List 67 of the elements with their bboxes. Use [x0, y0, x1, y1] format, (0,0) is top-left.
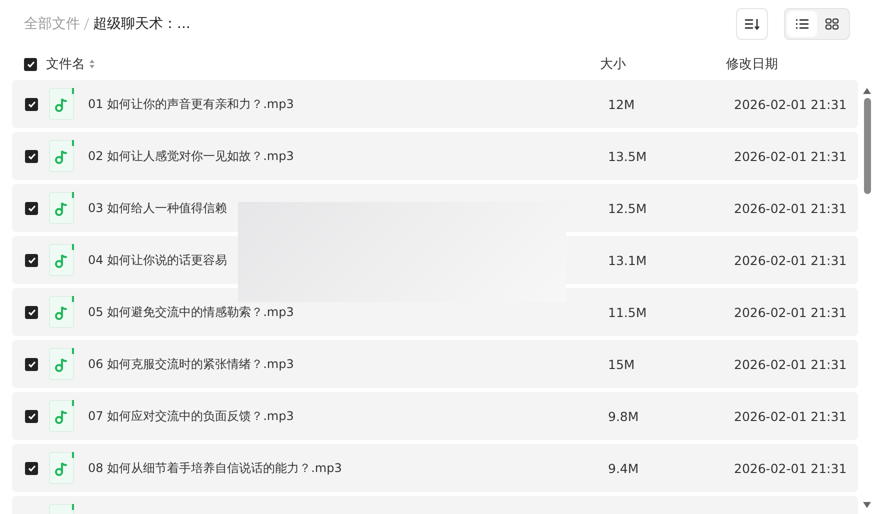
- file-name: 04 如何让你说的话更容易: [88, 252, 228, 268]
- row-checkbox[interactable]: [25, 202, 38, 214]
- modified-date: 2026-02-01 21:31: [734, 148, 847, 164]
- file-name: 07 如何应对交流中的负面反馈？.mp3: [88, 408, 295, 424]
- file-row[interactable]: 01 如何让你的声音更有亲和力？.mp3 12M 2026-02-01 21:31: [12, 80, 858, 128]
- modified-date: 2026-02-01 21:31: [734, 460, 847, 476]
- row-checkbox[interactable]: [25, 306, 38, 318]
- audio-file-icon: [49, 192, 75, 224]
- file-size: 11.5M: [608, 304, 648, 320]
- file-size: 12.5M: [608, 200, 648, 216]
- check-icon: [28, 152, 36, 160]
- file-row[interactable]: 06 如何克服交流时的紧张情绪？.mp3 15M 2026-02-01 21:31: [12, 340, 858, 388]
- check-icon: [28, 308, 36, 316]
- audio-file-icon: [49, 88, 75, 120]
- modified-date: 2026-02-01 21:31: [734, 96, 847, 112]
- file-size: 15M: [608, 356, 636, 372]
- modified-date: 2026-02-01 21:31: [734, 304, 847, 320]
- sort-icon: [744, 17, 760, 31]
- file-size: 13.1M: [608, 252, 648, 268]
- file-size: 13.5M: [608, 148, 648, 164]
- file-row[interactable]: 02 如何让人感觉对你一见如故？.mp3 13.5M 2026-02-01 21:31: [12, 132, 858, 180]
- file-name: 01 如何让你的声音更有亲和力？.mp3: [88, 96, 295, 112]
- grid-icon: [825, 18, 839, 30]
- check-icon: [28, 412, 36, 420]
- check-icon: [28, 100, 36, 108]
- row-checkbox[interactable]: [25, 358, 38, 370]
- sort-arrows-icon[interactable]: [89, 59, 95, 69]
- select-all-checkbox[interactable]: [24, 58, 37, 70]
- list-view-button[interactable]: [787, 11, 817, 37]
- file-row[interactable]: 08 如何从细节着手培养自信说话的能力？.mp3 9.4M 2026-02-01 21:31: [12, 444, 858, 492]
- check-icon: [28, 360, 36, 368]
- row-checkbox[interactable]: [25, 254, 38, 266]
- file-name: 05 如何避免交流中的情感勒索？.mp3: [88, 304, 295, 320]
- scroll-up-icon[interactable]: [863, 88, 871, 94]
- audio-file-icon: [49, 348, 75, 380]
- scroll-down-icon[interactable]: [863, 502, 871, 508]
- file-size: 9.8M: [608, 408, 640, 424]
- list-icon: [795, 18, 809, 30]
- audio-file-icon: [49, 140, 75, 172]
- breadcrumb-item: 超级聊天术：...: [93, 15, 190, 33]
- row-checkbox[interactable]: [25, 98, 38, 110]
- file-size: 12M: [608, 96, 636, 112]
- modified-date: 2026-02-01 21:31: [734, 408, 847, 424]
- modified-date: 2026-02-01 21:31: [734, 200, 847, 216]
- file-name: 03 如何给人一种值得信赖: [88, 200, 228, 216]
- file-name: 02 如何让人感觉对你一见如故？.mp3: [88, 148, 295, 164]
- row-checkbox[interactable]: [25, 462, 38, 474]
- file-name: 08 如何从细节着手培养自信说话的能力？.mp3: [88, 460, 343, 476]
- check-icon: [26, 60, 34, 68]
- audio-file-icon: [49, 296, 75, 328]
- sort-button[interactable]: [736, 8, 768, 40]
- column-header[interactable]: 文件名: [46, 55, 85, 73]
- row-checkbox[interactable]: [25, 410, 38, 422]
- audio-file-icon: [49, 244, 75, 276]
- modified-date: 2026-02-01 21:31: [734, 252, 847, 268]
- column-header[interactable]: 修改日期: [726, 55, 778, 73]
- file-row[interactable]: 07 如何应对交流中的负面反馈？.mp3 9.8M 2026-02-01 21:31: [12, 392, 858, 440]
- file-name: 06 如何克服交流时的紧张情绪？.mp3: [88, 356, 295, 372]
- check-icon: [28, 464, 36, 472]
- check-icon: [28, 256, 36, 264]
- modified-date: 2026-02-01 21:31: [734, 356, 847, 372]
- check-icon: [28, 204, 36, 212]
- column-header[interactable]: 大小: [600, 55, 726, 73]
- audio-file-icon: [49, 400, 75, 432]
- audio-file-icon: [49, 452, 75, 484]
- row-checkbox[interactable]: [25, 150, 38, 162]
- file-size: 9.4M: [608, 460, 640, 476]
